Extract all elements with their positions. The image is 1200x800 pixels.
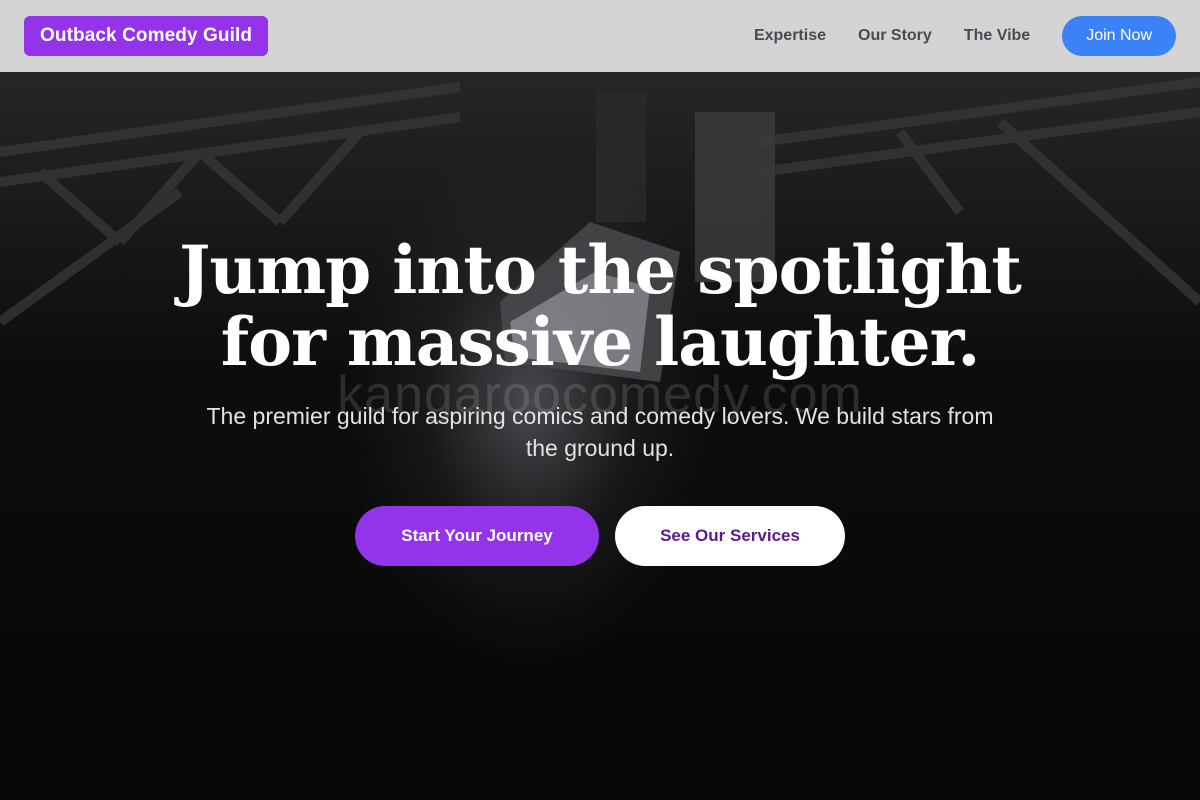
see-our-services-button[interactable]: See Our Services — [615, 506, 845, 566]
start-your-journey-button[interactable]: Start Your Journey — [355, 506, 599, 566]
nav-link-expertise[interactable]: Expertise — [754, 27, 826, 45]
top-navbar: Outback Comedy Guild Expertise Our Story… — [0, 0, 1200, 72]
nav-link-our-story[interactable]: Our Story — [858, 27, 932, 45]
nav-links: Expertise Our Story The Vibe Join Now — [754, 16, 1176, 56]
nav-link-the-vibe[interactable]: The Vibe — [964, 27, 1030, 45]
hero-cta-group: Start Your Journey See Our Services — [0, 506, 1200, 566]
headline-line-1: Jump into the spotlight — [179, 231, 1022, 309]
hero-section: kangaroocomedy.com Jump into the spotlig… — [0, 72, 1200, 800]
headline-line-2: for massive laughter. — [220, 303, 981, 381]
hero-headline: Jump into the spotlight for massive laug… — [0, 234, 1200, 378]
join-now-button[interactable]: Join Now — [1062, 16, 1176, 56]
site-logo[interactable]: Outback Comedy Guild — [24, 16, 269, 56]
hero-subtitle: The premier guild for aspiring comics an… — [206, 403, 994, 461]
